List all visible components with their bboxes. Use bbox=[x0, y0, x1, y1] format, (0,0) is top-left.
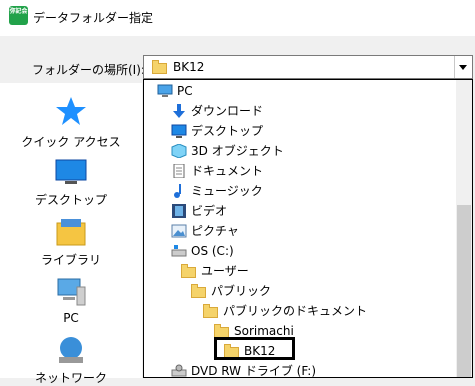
pictures-icon bbox=[171, 224, 187, 238]
place-pc[interactable]: PC bbox=[0, 277, 142, 329]
place-label: デスクトップ bbox=[34, 193, 107, 207]
place-label: PC bbox=[63, 311, 79, 325]
window-title: データフォルダー指定 bbox=[33, 11, 154, 25]
pc-icon bbox=[157, 84, 173, 97]
pc-icon bbox=[57, 278, 86, 306]
desktop-icon bbox=[55, 159, 87, 184]
lookin-combo[interactable]: BK12 bbox=[143, 55, 473, 79]
dvd-drive-icon bbox=[171, 364, 187, 377]
place-libraries[interactable]: ライブラリ bbox=[0, 217, 142, 269]
dropdown-arrow-button[interactable] bbox=[454, 56, 472, 78]
chevron-down-icon bbox=[459, 65, 467, 70]
folder-icon bbox=[191, 284, 207, 298]
network-icon bbox=[59, 337, 83, 363]
lookin-label: フォルダーの場所(I): bbox=[32, 63, 145, 77]
folder-dropdown-list[interactable]: PC ダウンロード デスクトップ 3D オブジェクト ドキュメント ミュージック… bbox=[143, 79, 473, 378]
place-label: クイック アクセス bbox=[21, 135, 121, 149]
3d-objects-icon bbox=[171, 144, 187, 158]
place-quick-access[interactable]: クイック アクセス bbox=[0, 95, 142, 151]
library-icon bbox=[56, 219, 86, 246]
documents-icon bbox=[173, 164, 185, 178]
app-icon: 弥記会 bbox=[9, 6, 28, 25]
download-icon bbox=[173, 104, 185, 118]
title-bar[interactable]: 弥記会 データフォルダー指定 bbox=[0, 0, 475, 36]
folder-icon bbox=[214, 324, 230, 338]
video-icon bbox=[172, 204, 186, 218]
place-label: ライブラリ bbox=[40, 253, 101, 267]
folder-icon bbox=[181, 264, 197, 278]
music-icon bbox=[174, 184, 181, 198]
desktop-icon bbox=[171, 124, 187, 138]
folder-icon bbox=[152, 60, 167, 77]
selection-highlight-box bbox=[214, 337, 295, 360]
place-desktop[interactable]: デスクトップ bbox=[0, 159, 142, 209]
lookin-value: BK12 bbox=[173, 60, 205, 74]
drive-icon bbox=[171, 245, 187, 257]
dropdown-scrollbar[interactable] bbox=[456, 80, 472, 377]
scrollbar-thumb[interactable] bbox=[457, 205, 471, 377]
places-bar: クイック アクセス デスクトップ ライブラリ PC ネットワーク bbox=[0, 83, 142, 385]
folder-icon bbox=[203, 304, 219, 318]
star-icon bbox=[56, 97, 86, 125]
